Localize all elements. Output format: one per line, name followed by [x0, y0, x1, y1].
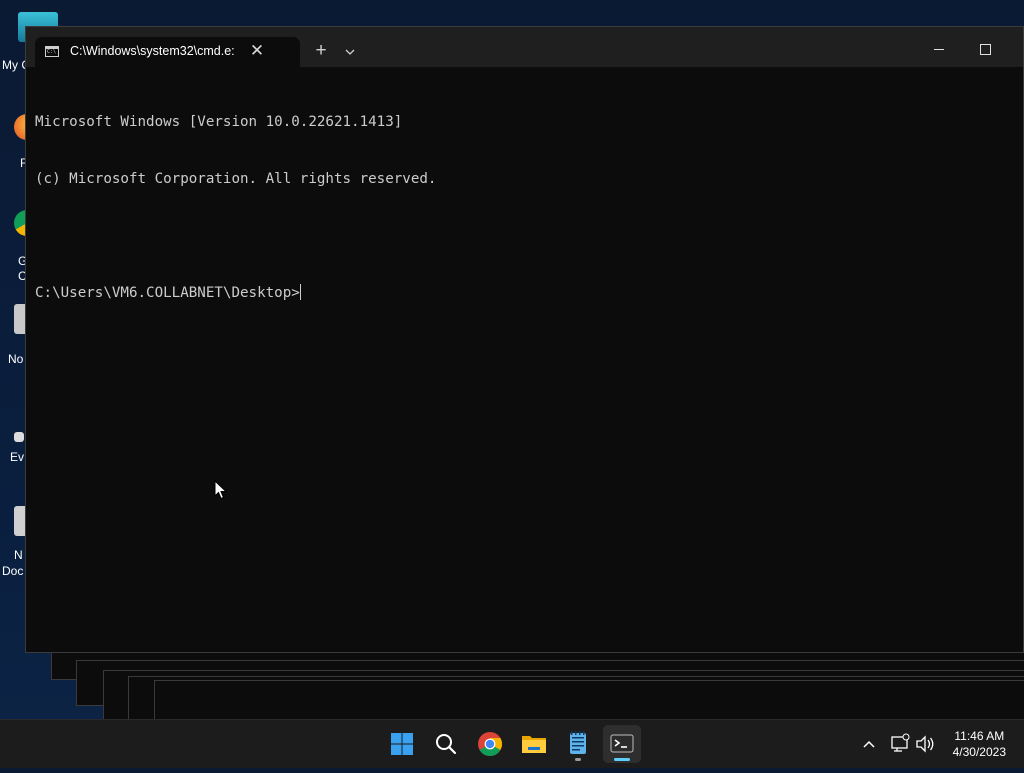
cmd-icon: C:\	[45, 46, 59, 57]
file-explorer-button[interactable]	[515, 725, 553, 763]
chevron-down-icon	[345, 49, 355, 55]
cmd-icon-text: C:\	[47, 49, 57, 55]
desktop-icon-label: No	[8, 352, 24, 366]
search-icon	[436, 734, 457, 755]
console-line: (c) Microsoft Corporation. All rights re…	[35, 171, 437, 187]
running-indicator	[575, 758, 581, 761]
stacked-window-shadow	[154, 680, 1024, 722]
maximize-icon	[979, 43, 991, 55]
tab-dropdown-button[interactable]	[338, 39, 362, 63]
network-status-button[interactable]	[889, 720, 911, 768]
active-indicator	[614, 758, 630, 761]
maximize-button[interactable]	[962, 33, 1008, 63]
terminal-button[interactable]	[603, 725, 641, 763]
folder-icon	[522, 736, 546, 753]
tab-cmd[interactable]: C:\ C:\Windows\system32\cmd.e: ✕	[35, 37, 300, 67]
network-icon	[891, 733, 910, 752]
prompt-text: C:\Users\VM6.COLLABNET\Desktop>	[35, 285, 300, 301]
title-bar[interactable]: C:\ C:\Windows\system32\cmd.e: ✕ +	[26, 27, 1023, 67]
chrome-icon	[478, 732, 503, 757]
windows-logo-icon	[391, 733, 413, 755]
console-output[interactable]: Microsoft Windows [Version 10.0.22621.14…	[35, 75, 1013, 642]
speaker-icon	[916, 735, 934, 753]
chrome-button[interactable]	[471, 725, 509, 763]
mouse-pointer-icon	[214, 480, 228, 500]
volume-button[interactable]	[913, 720, 937, 768]
new-tab-button[interactable]: +	[309, 39, 333, 63]
console-line: Microsoft Windows [Version 10.0.22621.14…	[35, 114, 403, 130]
minimize-icon	[934, 48, 944, 50]
shortcut-arrow-icon	[14, 432, 24, 442]
close-tab-icon[interactable]: ✕	[247, 41, 267, 61]
terminal-window[interactable]: C:\ C:\Windows\system32\cmd.e: ✕ + Micro…	[25, 26, 1024, 653]
start-button[interactable]	[383, 725, 421, 763]
tab-title: C:\Windows\system32\cmd.e:	[70, 44, 235, 58]
plus-icon: +	[315, 40, 327, 61]
clock-time: 11:46 AM	[954, 729, 1005, 743]
notepad-button[interactable]	[559, 725, 597, 763]
desktop-icon-label: Ev	[10, 450, 25, 464]
desktop-icon-label: Doc	[2, 564, 24, 578]
show-hidden-icons-button[interactable]	[858, 720, 880, 768]
chevron-up-icon	[863, 740, 875, 748]
text-cursor	[299, 284, 301, 300]
clock[interactable]: 11:46 AM 4/30/2023	[953, 728, 1006, 760]
minimize-button[interactable]	[916, 33, 962, 63]
taskbar: 11:46 AM 4/30/2023	[0, 719, 1024, 768]
desktop-icon-label: N	[14, 548, 23, 562]
clock-date: 4/30/2023	[952, 745, 1006, 759]
search-button[interactable]	[427, 725, 465, 763]
command-prompt[interactable]: C:\Users\VM6.COLLABNET\Desktop>	[35, 284, 1013, 303]
